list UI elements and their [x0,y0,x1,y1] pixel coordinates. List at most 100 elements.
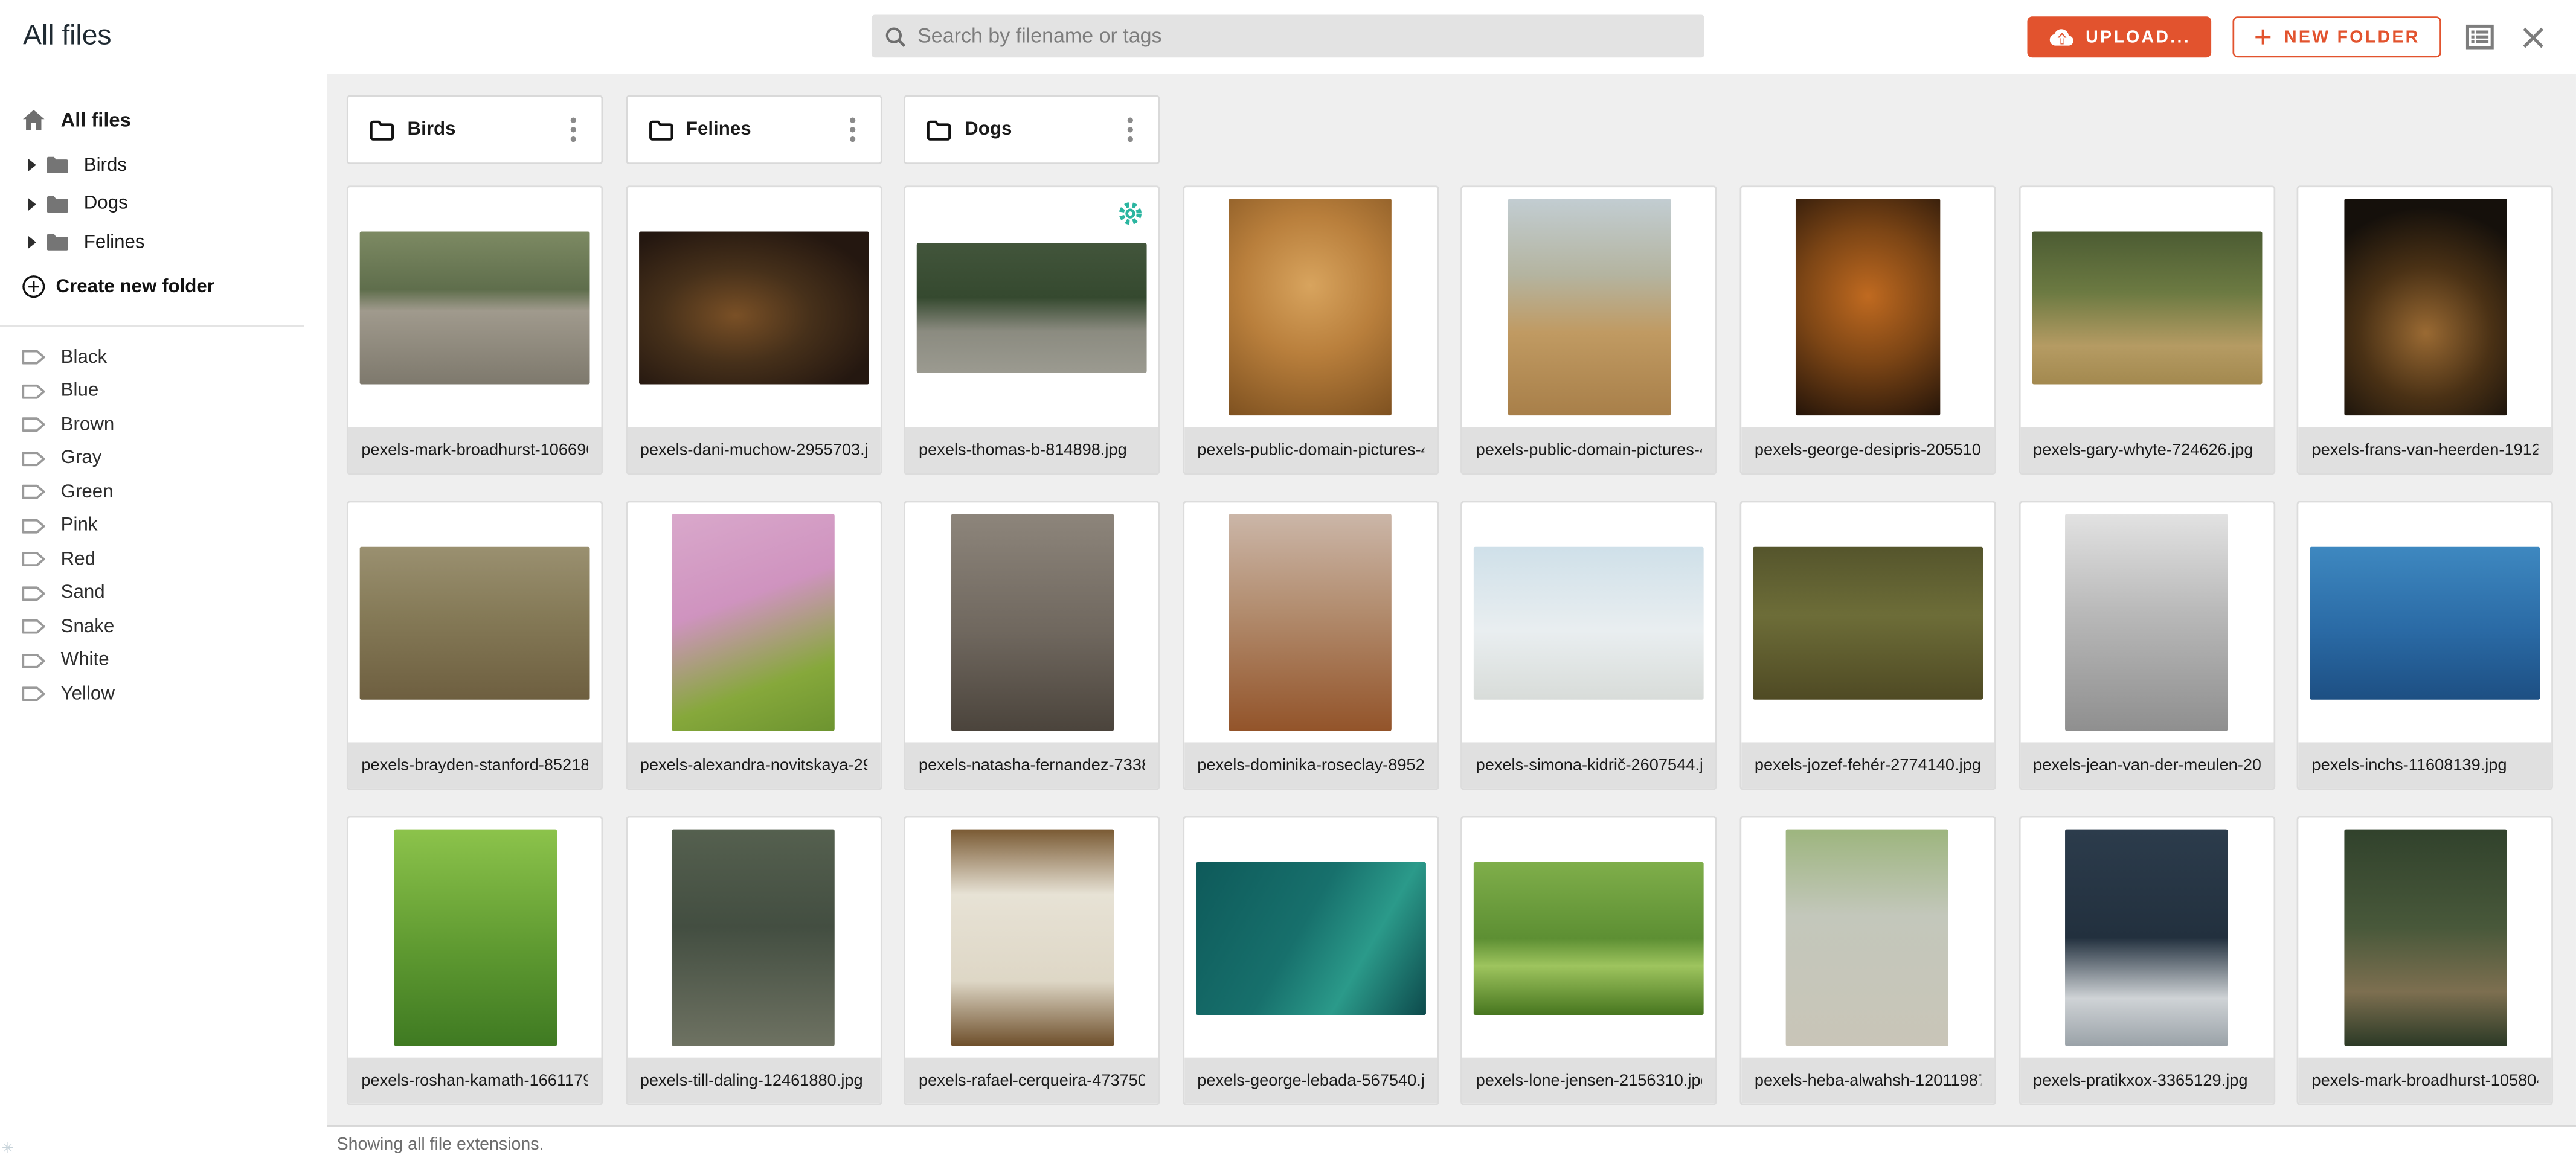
file-card[interactable]: pexels-jean-van-der-meulen-2078... [2019,501,2275,790]
file-footer: pexels-public-domain-pictures-41... [1184,427,1437,473]
image-thumbnail [951,514,1113,731]
tag-filter-white[interactable]: White [0,644,327,677]
folder-card-label: Birds [408,120,559,140]
folder-icon [46,156,69,174]
tag-icon [21,551,46,569]
file-footer: pexels-simona-kidrič-2607544.jpg [1463,743,1716,788]
thumbnail-wrap [2299,818,2552,1058]
caret-right-icon[interactable] [27,158,38,173]
tag-filter-label: Black [61,348,108,368]
file-card[interactable]: pexels-heba-alwahsh-12011987.jpg [1739,816,1996,1105]
tag-filter-label: Brown [61,415,115,435]
sidebar-item-birds[interactable]: Birds [0,146,327,185]
tag-icon [21,450,46,468]
sidebar-item-dogs[interactable]: Dogs [0,185,327,223]
file-footer: pexels-dani-muchow-2955703.jpg [627,427,880,473]
media-library-window: All files UPLOAD... [0,0,2576,1158]
image-thumbnail [2310,546,2540,699]
file-name: pexels-dominika-roseclay-895259.... [1197,757,1424,775]
tag-filter-green[interactable]: Green [0,475,327,509]
image-thumbnail [2344,830,2507,1046]
file-card[interactable]: pexels-till-daling-12461880.jpg [625,816,881,1105]
file-card[interactable]: pexels-rafael-cerqueira-4737508.jpg [904,816,1160,1105]
tag-filter-label: Green [61,482,114,502]
file-name: pexels-george-lebada-567540.jpg [1197,1072,1424,1090]
list-view-button[interactable] [2462,21,2497,53]
file-card[interactable]: pexels-pratikxox-3365129.jpg [2019,816,2275,1105]
file-card[interactable]: pexels-mark-broadhurst-106690.jpg [347,185,603,475]
file-card[interactable]: pexels-natasha-fernandez-733835... [904,501,1160,790]
file-name: pexels-lone-jensen-2156310.jpg [1476,1072,1703,1090]
tag-filter-red[interactable]: Red [0,543,327,577]
file-footer: pexels-jean-van-der-meulen-2078... [2020,743,2273,788]
file-card[interactable]: pexels-lone-jensen-2156310.jpg [1461,816,1717,1105]
tag-icon [21,584,46,603]
folder-menu-button[interactable] [559,109,588,152]
tag-icon [21,382,46,400]
create-new-folder-button[interactable]: Create new folder [0,267,327,306]
tag-icon [21,348,46,366]
file-card[interactable]: pexels-george-lebada-567540.jpg [1183,816,1439,1105]
file-card[interactable]: pexels-thomas-b-814898.jpg [904,185,1160,475]
file-card[interactable]: pexels-public-domain-pictures-41... [1461,185,1717,475]
file-card[interactable]: pexels-roshan-kamath-1661179.jpg [347,816,603,1105]
thumbnail-wrap [1741,818,1994,1058]
file-card[interactable]: pexels-george-desipris-2055100.jpg [1739,185,1996,475]
tag-icon [21,685,46,703]
caret-right-icon[interactable] [27,197,38,211]
tag-filter-label: Snake [61,617,115,637]
file-name: pexels-jozef-fehér-2774140.jpg [1755,757,1981,775]
file-card[interactable]: pexels-dani-muchow-2955703.jpg [625,185,881,475]
folder-menu-button[interactable] [837,109,867,152]
folder-menu-button[interactable] [1116,109,1145,152]
sidebar-item-felines[interactable]: Felines [0,223,327,262]
file-name: pexels-thomas-b-814898.jpg [919,441,1127,459]
search-input[interactable] [917,25,1691,48]
file-footer: pexels-pratikxox-3365129.jpg [2020,1058,2273,1104]
file-card[interactable]: pexels-public-domain-pictures-41... [1183,185,1439,475]
folder-card-birds[interactable]: Birds [347,95,603,164]
file-card[interactable]: pexels-dominika-roseclay-895259.... [1183,501,1439,790]
image-thumbnail [1474,546,1704,699]
file-name: pexels-dani-muchow-2955703.jpg [640,441,867,459]
image-thumbnail [2065,514,2228,731]
tag-filter-blue[interactable]: Blue [0,374,327,408]
folder-outline-icon [370,119,394,140]
file-card[interactable]: pexels-brayden-stanford-8521834.... [347,501,603,790]
image-thumbnail [1787,830,1949,1046]
tag-filter-snake[interactable]: Snake [0,610,327,644]
tag-filter-sand[interactable]: Sand [0,577,327,610]
image-thumbnail [1229,514,1392,731]
folder-card-dogs[interactable]: Dogs [904,95,1160,164]
file-card[interactable]: pexels-mark-broadhurst-105804.jpg [2297,816,2553,1105]
image-thumbnail [2344,199,2507,416]
tag-filter-brown[interactable]: Brown [0,408,327,442]
file-card[interactable]: pexels-frans-van-heerden-191217... [2297,185,2553,475]
image-thumbnail [2065,830,2228,1046]
sidebar-item-all-files[interactable]: All files [0,102,327,136]
tag-filter-label: Sand [61,583,105,603]
new-folder-button[interactable]: NEW FOLDER [2234,16,2441,57]
upload-button-label: UPLOAD... [2086,27,2191,47]
file-name: pexels-inchs-11608139.jpg [2311,757,2507,775]
file-card[interactable]: pexels-simona-kidrič-2607544.jpg [1461,501,1717,790]
search-icon [885,25,906,46]
circle-plus-icon [21,274,46,299]
tag-filter-black[interactable]: Black [0,341,327,374]
page-title: All files [23,20,111,53]
tag-filter-gray[interactable]: Gray [0,442,327,476]
caret-right-icon[interactable] [27,235,38,250]
tag-filter-yellow[interactable]: Yellow [0,677,327,711]
close-button[interactable] [2519,22,2548,52]
status-text: Showing all file extensions. [337,1135,544,1155]
folder-card-felines[interactable]: Felines [625,95,881,164]
folder-outline-icon [927,119,952,140]
image-thumbnail [1474,862,1704,1014]
file-card[interactable]: pexels-alexandra-novitskaya-2951... [625,501,881,790]
upload-button[interactable]: UPLOAD... [2026,16,2212,57]
file-card[interactable]: pexels-inchs-11608139.jpg [2297,501,2553,790]
file-card[interactable]: pexels-gary-whyte-724626.jpg [2019,185,2275,475]
tag-filter-pink[interactable]: Pink [0,509,327,543]
file-card[interactable]: pexels-jozef-fehér-2774140.jpg [1739,501,1996,790]
file-name: pexels-rafael-cerqueira-4737508.jpg [919,1072,1145,1090]
